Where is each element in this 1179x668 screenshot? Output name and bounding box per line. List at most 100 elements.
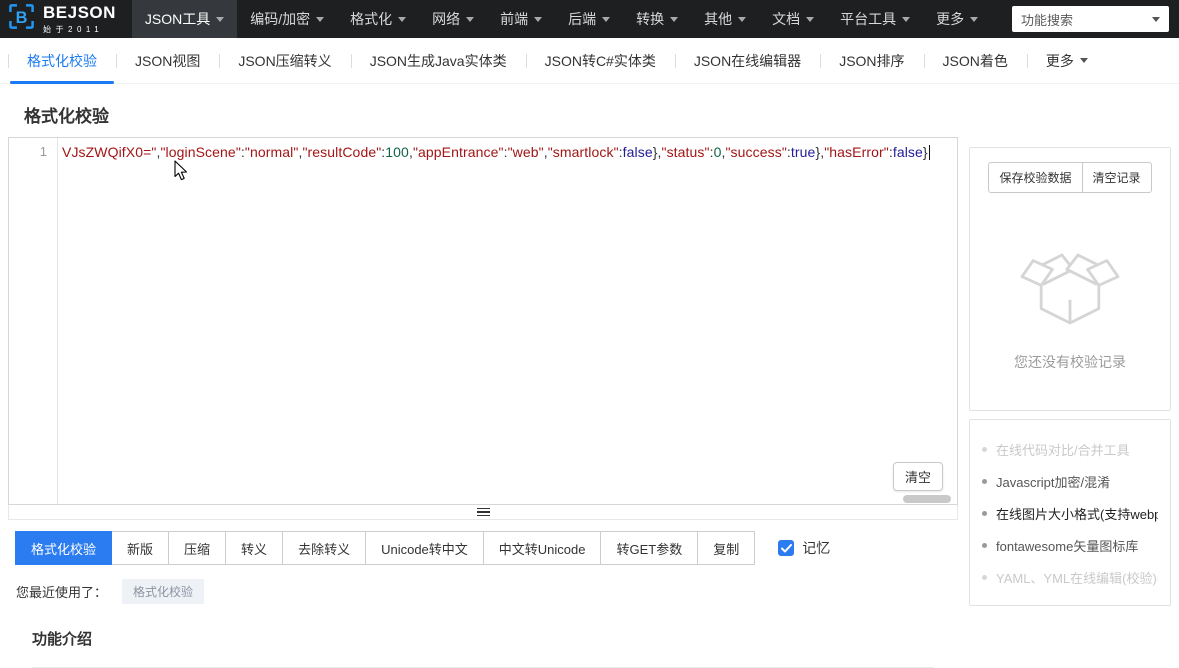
editor-resize-handle[interactable] [8, 505, 958, 520]
tool-tab[interactable]: JSON转C#实体类 [525, 38, 675, 84]
logo-name: BEJSON [43, 2, 116, 22]
nav-menu-item[interactable]: 格式化 [337, 0, 419, 38]
toolbar-button[interactable]: 中文转Unicode [482, 531, 602, 565]
validation-records-panel: 保存校验数据 清空记录 您还没有校验记录 [969, 147, 1171, 411]
nav-menu-item[interactable]: JSON工具 [131, 0, 238, 38]
chevron-down-icon [316, 16, 325, 22]
nav-menu-item[interactable]: 后端 [555, 0, 623, 38]
sidebar-link[interactable]: 在线代码对比/合并工具 [982, 433, 1158, 465]
toolbar-button[interactable]: 格式化校验 [15, 531, 113, 565]
tool-tabbar: 格式化校验 JSON视图 JSON压缩转义 JSON生成Java实体类 JSON… [0, 38, 1179, 84]
sidebar-link[interactable]: fontawesome矢量图标库 [982, 529, 1158, 561]
chevron-down-icon [602, 16, 611, 22]
chevron-down-icon [1079, 58, 1088, 63]
chevron-down-icon [534, 16, 543, 22]
chevron-down-icon [738, 16, 747, 22]
chevron-down-icon [216, 16, 225, 22]
code-token: } [922, 144, 928, 160]
chevron-down-icon [1152, 16, 1160, 22]
tool-tab[interactable]: JSON在线编辑器 [674, 38, 820, 84]
code-token: true [790, 144, 816, 160]
recent-used-row: 您最近使用了： 格式化校验 [16, 579, 958, 604]
editor-column: 1 VJsZWQifX0=","loginScene":"normal","re… [8, 137, 958, 668]
toolbar-button[interactable]: 转GET参数 [600, 531, 699, 565]
editor-clear-button[interactable]: 清空 [892, 462, 943, 491]
main-row: 1 VJsZWQifX0=","loginScene":"normal","re… [0, 137, 1179, 668]
text-caret [928, 145, 930, 160]
bejson-logo-icon: B [8, 3, 35, 35]
tool-tab[interactable]: JSON着色 [923, 38, 1027, 84]
code-token: "appEntrance" [412, 144, 504, 160]
code-token: }, [652, 144, 662, 160]
top-navbar: B BEJSON 始于2011 JSON工具 编码/加密 格式化 网络 前端 后… [0, 0, 1179, 38]
recent-used-label: 您最近使用了： [16, 585, 108, 600]
toolbar-button[interactable]: Unicode转中文 [365, 531, 484, 565]
code-token: "web" [507, 144, 544, 160]
nav-menu-item[interactable]: 平台工具 [827, 0, 923, 38]
horizontal-scrollbar-thumb[interactable] [903, 495, 951, 503]
save-validation-button[interactable]: 保存校验数据 [988, 162, 1083, 193]
code-token: "normal" [244, 144, 299, 160]
tool-tab[interactable]: 更多 [1026, 38, 1107, 84]
code-token: "resultCode" [302, 144, 382, 160]
toolbar-button[interactable]: 压缩 [168, 531, 227, 565]
sidebar-link[interactable]: YAML、YML在线编辑(校验)器 [982, 561, 1158, 593]
action-toolbar: 格式化校验 新版 压缩 转义 去除转义 Unicode转中文 中文转Unicode 转GET参… [15, 531, 958, 565]
code-token: 100 [385, 144, 409, 160]
chevron-down-icon [466, 16, 475, 22]
sidebar-link[interactable]: 在线图片大小格式(支持webp... [982, 497, 1158, 529]
toolbar-button[interactable]: 去除转义 [282, 531, 367, 565]
code-line[interactable]: VJsZWQifX0=","loginScene":"normal","resu… [58, 138, 957, 504]
memory-toggle[interactable]: 记忆 [778, 538, 830, 558]
bullet-icon [982, 574, 987, 580]
tool-tab[interactable]: JSON视图 [116, 38, 219, 84]
json-editor[interactable]: 1 VJsZWQifX0=","loginScene":"normal","re… [8, 137, 958, 505]
navbar-menu: JSON工具 编码/加密 格式化 网络 前端 后端 转换 其他 文档 平台工具 … [131, 0, 991, 38]
memory-checkbox[interactable] [778, 540, 795, 556]
tool-tab[interactable]: JSON生成Java实体类 [350, 38, 526, 84]
records-button-group: 保存校验数据 清空记录 [988, 162, 1152, 193]
check-icon [780, 543, 792, 552]
nav-menu-item[interactable]: 转换 [623, 0, 691, 38]
toolbar-button[interactable]: 复制 [697, 531, 756, 565]
bullet-icon [982, 446, 987, 452]
clear-records-button[interactable]: 清空记录 [1081, 162, 1152, 193]
toolbar-button[interactable]: 新版 [111, 531, 170, 565]
nav-menu-item[interactable]: 网络 [419, 0, 487, 38]
code-token: "hasError" [824, 144, 889, 160]
sidebar-link[interactable]: Javascript加密/混淆 [982, 465, 1158, 497]
feature-intro-section: 功能介绍 [32, 628, 934, 668]
recent-used-tag[interactable]: 格式化校验 [122, 579, 205, 604]
bullet-icon [982, 542, 987, 548]
bullet-icon [982, 478, 987, 484]
line-number-gutter: 1 [9, 138, 58, 504]
chevron-down-icon [806, 16, 815, 22]
tool-tab[interactable]: JSON压缩转义 [219, 38, 350, 84]
code-token: "success" [725, 144, 787, 160]
related-links-panel: 在线代码对比/合并工具 Javascript加密/混淆 在线图片大小格式(支持w… [969, 419, 1171, 606]
toolbar-button[interactable]: 转义 [225, 531, 284, 565]
nav-menu-item[interactable]: 前端 [487, 0, 555, 38]
empty-box-icon [1014, 235, 1126, 336]
chevron-down-icon [902, 16, 911, 22]
nav-menu-item[interactable]: 文档 [759, 0, 827, 38]
memory-label: 记忆 [802, 540, 831, 556]
svg-text:B: B [16, 9, 28, 27]
code-token: false [622, 144, 653, 160]
tool-tab[interactable]: JSON排序 [820, 38, 923, 84]
chevron-down-icon [670, 16, 679, 22]
logo-subtitle: 始于2011 [43, 24, 104, 34]
code-token: }, [815, 144, 825, 160]
search-placeholder: 功能搜索 [1021, 12, 1074, 28]
code-token: "smartlock" [547, 144, 619, 160]
search-select[interactable]: 功能搜索 [1012, 6, 1169, 32]
code-token: "loginScene" [160, 144, 241, 160]
code-token: "status" [661, 144, 710, 160]
nav-menu-item[interactable]: 更多 [923, 0, 991, 38]
tool-tab[interactable]: 格式化校验 [8, 38, 116, 84]
nav-menu-item[interactable]: 其他 [691, 0, 759, 38]
nav-menu-item[interactable]: 编码/加密 [237, 0, 337, 38]
bejson-logo[interactable]: B BEJSON 始于2011 [0, 3, 132, 35]
toolbar-buttons: 格式化校验 新版 压缩 转义 去除转义 Unicode转中文 中文转Unicode 转GET参… [15, 531, 756, 565]
grip-icon [476, 507, 490, 517]
